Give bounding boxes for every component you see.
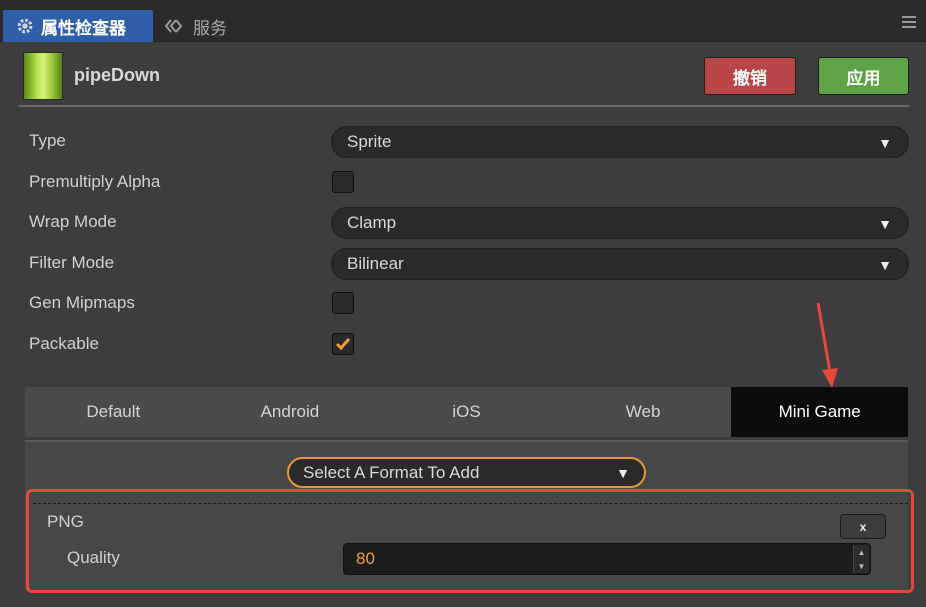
- title-bar: 属性检查器 服务: [0, 0, 926, 42]
- highlight-box: [26, 489, 914, 593]
- menu-icon[interactable]: [902, 16, 916, 30]
- filter-mode-value: Bilinear: [347, 254, 404, 273]
- filter-mode-label: Filter Mode: [29, 253, 115, 272]
- wrap-mode-select[interactable]: Clamp ▼: [331, 207, 909, 239]
- header-divider: [19, 105, 909, 107]
- apply-button[interactable]: 应用: [818, 57, 909, 95]
- format-select[interactable]: Select A Format To Add ▼: [287, 457, 646, 488]
- gear-icon: [15, 16, 35, 36]
- packable-label: Packable: [29, 334, 99, 353]
- chevron-down-icon: ▼: [616, 465, 630, 481]
- type-label: Type: [29, 131, 66, 150]
- type-value: Sprite: [347, 132, 392, 151]
- type-select[interactable]: Sprite ▼: [331, 126, 909, 158]
- chevron-down-icon: ▼: [878, 135, 892, 151]
- tab-android[interactable]: Android: [202, 387, 379, 437]
- gen-mipmaps-checkbox[interactable]: [332, 292, 354, 314]
- filter-mode-select[interactable]: Bilinear ▼: [331, 248, 909, 280]
- revert-button[interactable]: 撤销: [704, 57, 796, 95]
- tab-default[interactable]: Default: [25, 387, 202, 437]
- asset-name: pipeDown: [74, 65, 160, 85]
- wrap-mode-value: Clamp: [347, 213, 397, 232]
- packable-checkbox[interactable]: [332, 333, 354, 355]
- tab-services[interactable]: 服务: [165, 10, 227, 42]
- services-icon: [165, 16, 189, 36]
- wrap-mode-label: Wrap Mode: [29, 212, 117, 231]
- tab-services-label: 服务: [193, 18, 227, 38]
- chevron-down-icon: ▼: [878, 257, 892, 273]
- platform-tabs: Default Android iOS Web Mini Game: [25, 387, 908, 437]
- tab-inspector[interactable]: 属性检查器: [3, 10, 153, 42]
- premultiply-alpha-label: Premultiply Alpha: [29, 172, 161, 191]
- premultiply-alpha-checkbox[interactable]: [332, 171, 354, 193]
- tab-mini-game[interactable]: Mini Game: [731, 387, 908, 437]
- tab-inspector-label: 属性检查器: [41, 18, 126, 38]
- tab-ios[interactable]: iOS: [378, 387, 555, 437]
- format-select-label: Select A Format To Add: [303, 462, 480, 482]
- tab-web[interactable]: Web: [555, 387, 732, 437]
- checkmark-icon: [335, 338, 351, 351]
- chevron-down-icon: ▼: [878, 216, 892, 232]
- asset-thumbnail: [23, 52, 63, 100]
- gen-mipmaps-label: Gen Mipmaps: [29, 293, 135, 312]
